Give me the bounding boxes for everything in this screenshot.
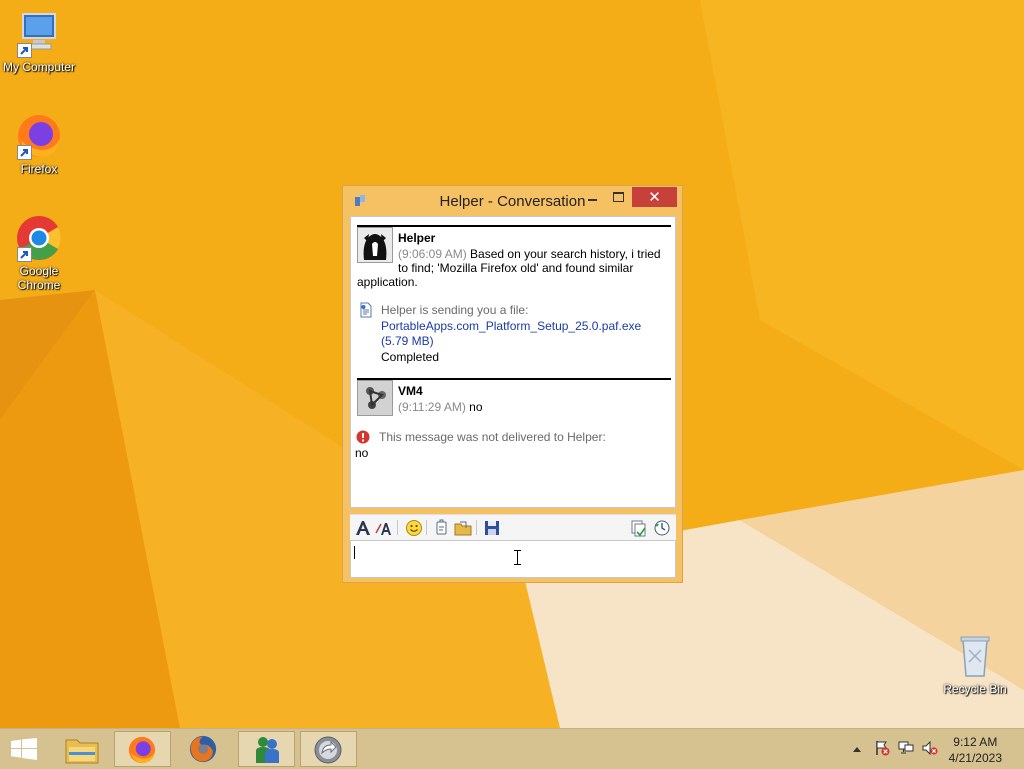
message-header-divider xyxy=(357,378,671,380)
desktop-icon-firefox[interactable]: Firefox xyxy=(0,112,78,176)
desktop-icon-recycle-bin[interactable]: Recycle Bin xyxy=(936,632,1014,696)
file-transfer-icon xyxy=(360,302,372,318)
ibeam-cursor-icon xyxy=(514,550,521,565)
toolbar-separator xyxy=(476,520,477,535)
error-message: This message was not delivered to Helper… xyxy=(379,430,606,444)
file-size: (5.79 MB) xyxy=(381,334,434,348)
undelivered-text: no xyxy=(355,446,369,460)
history-icon[interactable] xyxy=(653,519,671,537)
avatar-helper xyxy=(357,227,393,263)
taskbar-messenger[interactable] xyxy=(238,731,295,767)
message-text: application. xyxy=(357,275,418,289)
toolbar-separator xyxy=(426,520,427,535)
firefox-icon xyxy=(128,736,156,764)
clock-time: 9:12 AM xyxy=(953,735,998,749)
nudge-icon[interactable] xyxy=(433,519,451,537)
message-text: Based on your search history, i tried xyxy=(470,247,661,261)
conversation-history[interactable]: Helper (9:06:09 AM) Based on your search… xyxy=(350,216,676,508)
desktop-icon-label: My Computer xyxy=(2,60,76,74)
desktop-icon-google-chrome[interactable]: Google Chrome xyxy=(0,214,78,292)
firefox-old-icon xyxy=(189,735,217,763)
close-button[interactable]: ✕ xyxy=(632,187,677,207)
title-bar[interactable]: Helper - Conversation ✕ xyxy=(343,186,682,216)
network-icon[interactable] xyxy=(898,740,914,756)
taskbar: 9:12 AM 4/21/2023 xyxy=(0,728,1024,769)
copy-icon[interactable] xyxy=(629,519,647,537)
message-text: no xyxy=(469,400,483,414)
computer-icon xyxy=(15,10,63,58)
file-transfer-status: Completed xyxy=(381,350,440,364)
minimize-button[interactable] xyxy=(583,189,603,207)
show-hidden-icons-icon[interactable] xyxy=(852,745,862,753)
message-line: (9:11:29 AM) no xyxy=(398,400,483,414)
sender-name: Helper xyxy=(398,231,436,245)
font-icon[interactable] xyxy=(354,519,372,537)
chrome-icon xyxy=(15,214,63,262)
windows-start-icon[interactable] xyxy=(11,738,37,760)
sender-name: VM4 xyxy=(398,384,423,398)
volume-muted-icon[interactable] xyxy=(922,740,938,756)
taskbar-firefox[interactable] xyxy=(114,731,171,767)
toolbar-separator xyxy=(397,520,398,535)
recycle-bin-icon xyxy=(951,632,999,680)
clock-date: 4/21/2023 xyxy=(948,751,1002,765)
maximize-button[interactable] xyxy=(609,189,629,207)
message-line: (9:06:09 AM) Based on your search histor… xyxy=(398,247,661,261)
conversation-window: Helper - Conversation ✕ Helper (9:06:09 … xyxy=(342,185,683,583)
circular-arrow-icon xyxy=(314,736,342,764)
message-input[interactable] xyxy=(350,540,676,578)
folder-icon xyxy=(65,739,99,764)
send-file-icon[interactable] xyxy=(454,519,472,537)
message-time: (9:06:09 AM) xyxy=(398,247,467,261)
desktop-icon-my-computer[interactable]: My Computer xyxy=(0,10,78,74)
text-caret xyxy=(354,546,355,559)
firefox-icon xyxy=(15,112,63,160)
taskbar-firefox-old[interactable] xyxy=(176,731,233,767)
message-header-divider xyxy=(357,225,671,227)
message-time: (9:11:29 AM) xyxy=(398,400,466,414)
action-center-flag-icon[interactable] xyxy=(874,740,890,756)
desktop-icon-label: Google Chrome xyxy=(17,264,61,292)
emoticon-icon[interactable] xyxy=(405,519,423,537)
save-icon[interactable] xyxy=(483,519,501,537)
close-icon: ✕ xyxy=(648,189,661,206)
messenger-icon xyxy=(256,737,279,763)
error-icon xyxy=(356,430,370,444)
desktop-icon-label: Recycle Bin xyxy=(943,682,1007,696)
text-style-icon[interactable] xyxy=(375,519,393,537)
avatar-vm4 xyxy=(357,380,393,416)
file-transfer-intro: Helper is sending you a file: xyxy=(381,303,529,317)
desktop-icon-label: Firefox xyxy=(20,162,58,176)
file-link[interactable]: PortableApps.com_Platform_Setup_25.0.paf… xyxy=(381,319,641,333)
formatting-toolbar xyxy=(350,514,676,540)
message-text: to find; 'Mozilla Firefox old' and found… xyxy=(398,261,634,275)
taskbar-app[interactable] xyxy=(300,731,357,767)
taskbar-file-explorer[interactable] xyxy=(56,731,113,767)
system-clock[interactable]: 9:12 AM 4/21/2023 xyxy=(949,734,1002,766)
